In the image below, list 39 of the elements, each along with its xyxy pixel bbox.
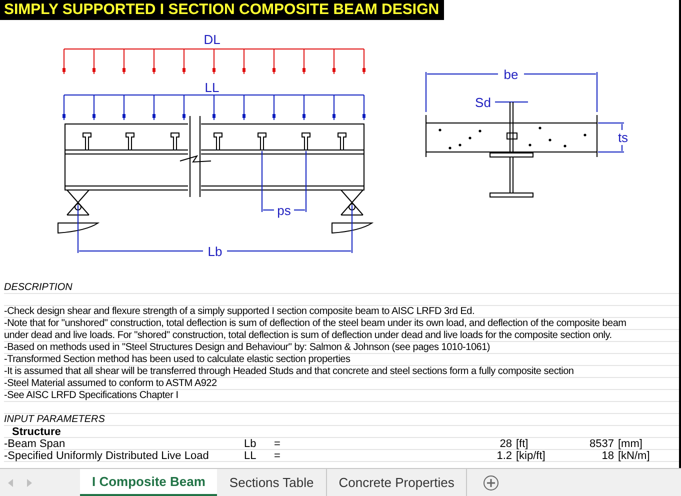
description-line: under dead and live loads. For "shored" construction, total deflection is sum of deflection under dead and live loads for the composite section only. [4, 330, 679, 342]
sheet-tab[interactable]: Sections Table [217, 469, 327, 496]
span-label: Lb [208, 244, 222, 259]
equals-sign: = [274, 438, 282, 449]
parameter-label: -Beam Span [4, 438, 66, 449]
parameter-value: 8537 [588, 438, 615, 449]
parameter-unit: [kip/ft] [516, 450, 546, 461]
stud-pitch-label: ps [277, 203, 291, 218]
sheet-title: SIMPLY SUPPORTED I SECTION COMPOSITE BEAM DESIGN [0, 0, 444, 20]
parameter-symbol: Lb [244, 438, 258, 449]
live-load-label: LL [204, 80, 220, 95]
sheet-tab[interactable]: Concrete Properties [326, 469, 468, 496]
equals-sign: = [274, 450, 282, 461]
description-line: -Based on methods used in "Steel Structures Design and Behaviour" by: Salmon & Johnson (see pages 1010-1061) [4, 342, 679, 354]
description-line: -It is assumed that all shear will be transferred through Headed Studs and that concrete and steel sections form a fully composite section [4, 366, 679, 378]
parameter-unit: [mm] [618, 438, 644, 449]
section-heading: DESCRIPTION [4, 282, 679, 294]
slab-thickness-label: ts [618, 130, 628, 145]
parameter-value: 18 [600, 450, 615, 461]
add-sheet-icon[interactable] [483, 474, 500, 490]
effective-width-label: be [504, 67, 518, 82]
stud-diameter-label: Sd [475, 95, 491, 110]
dead-load-label: DL [204, 32, 220, 47]
group-heading: Structure [4, 426, 679, 438]
parameter-label: -Specified Uniformly Distributed Live Load [4, 450, 210, 461]
section-heading: INPUT PARAMETERS [4, 414, 679, 426]
scroll-left-icon[interactable] [8, 478, 14, 486]
description-line: -Note that for "unshored" construction, total deflection is sum of deflection of the steel beam under its own load, and deflection of the composite beam [4, 318, 679, 330]
description-line: -See AISC LRFD Specifications Chapter I [4, 390, 679, 402]
parameter-value: 28 [498, 438, 513, 449]
description-line: -Steel Material assumed to conform to ASTM A922 [4, 378, 679, 390]
parameter-value: 1.2 [496, 450, 513, 461]
parameter-symbol: LL [244, 450, 258, 461]
description-line: -Transformed Section method has been used to calculate elastic section properties [4, 354, 679, 366]
scroll-right-icon[interactable] [26, 478, 32, 486]
parameter-unit: [kN/m] [618, 450, 651, 461]
sheet-tab[interactable]: I Composite Beam [80, 469, 218, 496]
description-line: -Check design shear and flexure strength of a simply supported I section composite beam to AISC LRFD 3rd Ed. [4, 306, 679, 318]
parameter-unit: [ft] [516, 438, 530, 449]
